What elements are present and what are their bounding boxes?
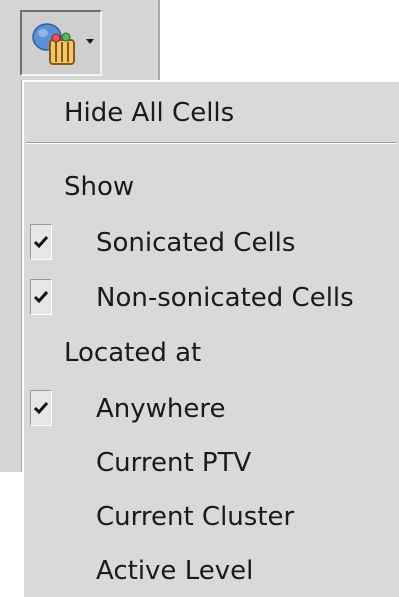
menu-item-current-ptv[interactable]: Current PTV [24,436,399,490]
menu-header-located-at: Located at [24,326,399,380]
menu-item-label: Non-sonicated Cells [96,283,354,313]
menu-item-non-sonicated-cells[interactable]: Non-sonicated Cells [24,271,399,325]
menu-item-label: Current PTV [96,448,252,478]
cells-dropdown-button[interactable] [20,10,102,76]
check-box [30,390,52,426]
menu-item-sonicated-cells[interactable]: Sonicated Cells [24,216,399,270]
menu-header-label: Located at [64,338,202,368]
menu-header-show: Show [24,160,399,214]
menu-item-anywhere[interactable]: Anywhere [24,382,399,436]
check-icon [33,236,49,249]
menu-item-current-cluster[interactable]: Current Cluster [24,490,399,544]
cells-icon [32,23,75,65]
check-box [30,279,52,315]
chevron-down-icon [86,39,94,44]
menu-item-label: Anywhere [96,394,226,424]
menu-item-hide-all-cells[interactable]: Hide All Cells [24,86,399,140]
check-box [30,224,52,260]
check-icon [33,402,49,415]
check-icon [33,291,49,304]
menu-header-label: Show [64,172,135,202]
menu-item-active-level[interactable]: Active Level [24,544,399,597]
menu-item-label: Sonicated Cells [96,228,296,258]
menu-item-label: Current Cluster [96,502,295,532]
cells-menu: Hide All Cells Show Sonicated Cells Non-… [22,80,399,597]
menu-separator [26,142,397,144]
screen: Hide All Cells Show Sonicated Cells Non-… [0,0,399,597]
toolbar-edge [0,80,22,472]
menu-item-label: Hide All Cells [64,98,235,128]
menu-item-label: Active Level [96,556,254,586]
